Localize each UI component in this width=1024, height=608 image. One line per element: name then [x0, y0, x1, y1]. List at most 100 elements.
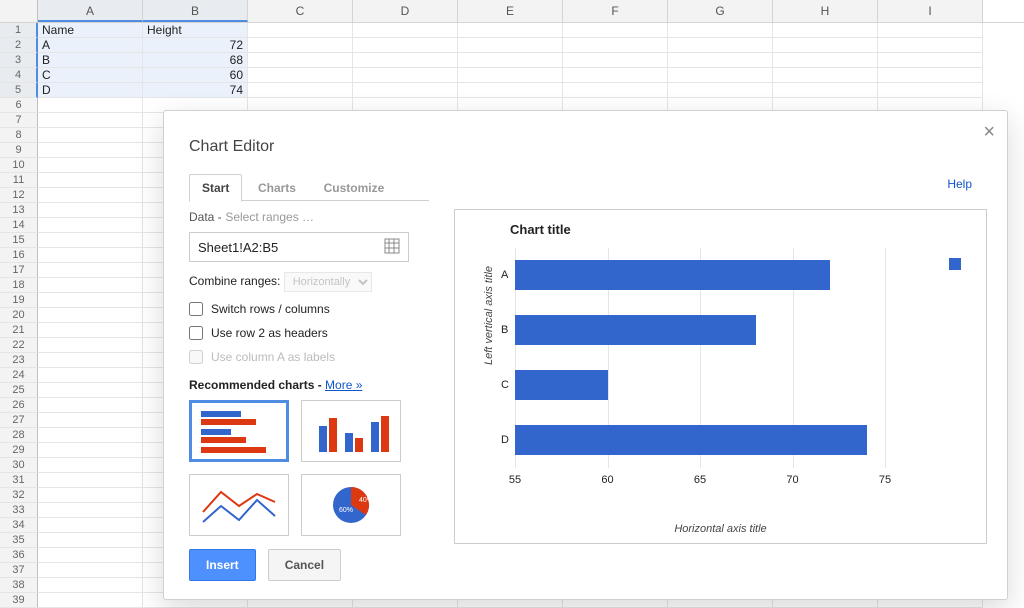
rownum-14[interactable]: 14 [0, 218, 38, 233]
rownum-34[interactable]: 34 [0, 518, 38, 533]
rownum-2[interactable]: 2 [0, 38, 38, 53]
cell-G1[interactable] [668, 23, 773, 38]
cell-D5[interactable] [353, 83, 458, 98]
thumb-pie[interactable]: 40% 60% [301, 474, 401, 536]
cell-E5[interactable] [458, 83, 563, 98]
cell-A19[interactable] [38, 293, 143, 308]
cell-A26[interactable] [38, 398, 143, 413]
help-link[interactable]: Help [947, 177, 972, 191]
cell-H1[interactable] [773, 23, 878, 38]
cell-A4[interactable]: C [38, 68, 143, 83]
cell-D3[interactable] [353, 53, 458, 68]
cell-D1[interactable] [353, 23, 458, 38]
col-head-F[interactable]: F [563, 0, 668, 22]
rownum-36[interactable]: 36 [0, 548, 38, 563]
cell-A5[interactable]: D [38, 83, 143, 98]
cell-C5[interactable] [248, 83, 353, 98]
cell-I3[interactable] [878, 53, 983, 68]
row2-checkbox[interactable] [189, 326, 203, 340]
rownum-26[interactable]: 26 [0, 398, 38, 413]
tab-charts[interactable]: Charts [246, 175, 308, 201]
cell-A6[interactable] [38, 98, 143, 113]
col-head-G[interactable]: G [668, 0, 773, 22]
close-icon[interactable]: × [983, 121, 995, 144]
rownum-13[interactable]: 13 [0, 203, 38, 218]
cell-A1[interactable]: Name [38, 23, 143, 38]
rownum-39[interactable]: 39 [0, 593, 38, 608]
rownum-7[interactable]: 7 [0, 113, 38, 128]
cell-A10[interactable] [38, 158, 143, 173]
rownum-8[interactable]: 8 [0, 128, 38, 143]
combine-select[interactable]: Horizontally [284, 272, 372, 292]
cell-B4[interactable]: 60 [143, 68, 248, 83]
rownum-38[interactable]: 38 [0, 578, 38, 593]
grid-select-icon[interactable] [384, 238, 400, 257]
cell-A39[interactable] [38, 593, 143, 608]
rownum-11[interactable]: 11 [0, 173, 38, 188]
cell-C4[interactable] [248, 68, 353, 83]
cell-G2[interactable] [668, 38, 773, 53]
rownum-29[interactable]: 29 [0, 443, 38, 458]
cell-C1[interactable] [248, 23, 353, 38]
rownum-24[interactable]: 24 [0, 368, 38, 383]
cell-A14[interactable] [38, 218, 143, 233]
cell-B1[interactable]: Height [143, 23, 248, 38]
cell-G3[interactable] [668, 53, 773, 68]
col-head-H[interactable]: H [773, 0, 878, 22]
rownum-27[interactable]: 27 [0, 413, 38, 428]
cell-A17[interactable] [38, 263, 143, 278]
cell-E4[interactable] [458, 68, 563, 83]
rownum-35[interactable]: 35 [0, 533, 38, 548]
rownum-4[interactable]: 4 [0, 68, 38, 83]
cell-G5[interactable] [668, 83, 773, 98]
col-head-A[interactable]: A [38, 0, 143, 22]
cell-A27[interactable] [38, 413, 143, 428]
col-head-B[interactable]: B [143, 0, 248, 22]
cell-A20[interactable] [38, 308, 143, 323]
cell-A22[interactable] [38, 338, 143, 353]
cell-A30[interactable] [38, 458, 143, 473]
cell-C3[interactable] [248, 53, 353, 68]
rownum-15[interactable]: 15 [0, 233, 38, 248]
cell-A24[interactable] [38, 368, 143, 383]
cell-I1[interactable] [878, 23, 983, 38]
cell-D2[interactable] [353, 38, 458, 53]
tab-start[interactable]: Start [189, 174, 242, 202]
thumb-bar-h[interactable] [189, 400, 289, 462]
cell-G4[interactable] [668, 68, 773, 83]
rownum-37[interactable]: 37 [0, 563, 38, 578]
cell-C2[interactable] [248, 38, 353, 53]
rownum-25[interactable]: 25 [0, 383, 38, 398]
col-head-E[interactable]: E [458, 0, 563, 22]
cell-A25[interactable] [38, 383, 143, 398]
rownum-31[interactable]: 31 [0, 473, 38, 488]
cell-E2[interactable] [458, 38, 563, 53]
rownum-23[interactable]: 23 [0, 353, 38, 368]
cell-E3[interactable] [458, 53, 563, 68]
cell-A29[interactable] [38, 443, 143, 458]
switch-rows-cols[interactable]: Switch rows / columns [189, 302, 429, 316]
cell-A23[interactable] [38, 353, 143, 368]
cell-A34[interactable] [38, 518, 143, 533]
cell-A38[interactable] [38, 578, 143, 593]
rownum-32[interactable]: 32 [0, 488, 38, 503]
col-head-C[interactable]: C [248, 0, 353, 22]
range-input[interactable]: Sheet1!A2:B5 [189, 232, 409, 262]
cell-F3[interactable] [563, 53, 668, 68]
rownum-6[interactable]: 6 [0, 98, 38, 113]
cell-A7[interactable] [38, 113, 143, 128]
cell-I2[interactable] [878, 38, 983, 53]
rownum-5[interactable]: 5 [0, 83, 38, 98]
rownum-33[interactable]: 33 [0, 503, 38, 518]
rownum-28[interactable]: 28 [0, 428, 38, 443]
cell-A12[interactable] [38, 188, 143, 203]
rownum-22[interactable]: 22 [0, 338, 38, 353]
insert-button[interactable]: Insert [189, 549, 256, 581]
cell-H3[interactable] [773, 53, 878, 68]
cell-A16[interactable] [38, 248, 143, 263]
cell-I4[interactable] [878, 68, 983, 83]
col-head-I[interactable]: I [878, 0, 983, 22]
use-row2-headers[interactable]: Use row 2 as headers [189, 326, 429, 340]
cell-F5[interactable] [563, 83, 668, 98]
cell-A31[interactable] [38, 473, 143, 488]
